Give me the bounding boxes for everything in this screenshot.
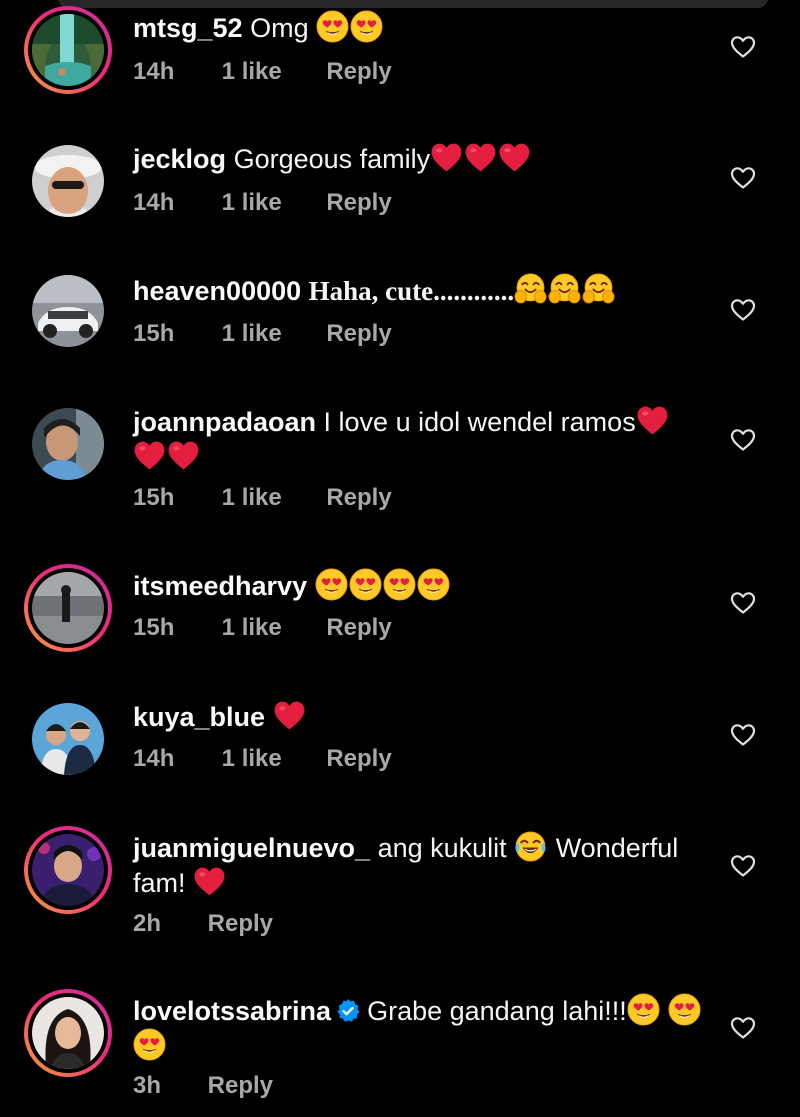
smiling-face-with-heart-eyes-emoji [133, 1028, 166, 1061]
comment-username[interactable]: joannpadaoan [133, 407, 316, 437]
avatar-story-ring[interactable] [24, 989, 112, 1077]
red-heart-emoji [498, 141, 531, 174]
comment-text: Haha, cute............ [308, 276, 515, 306]
comment-text: ang kukulit [377, 833, 507, 863]
smiling-face-with-heart-eyes-emoji [668, 993, 701, 1026]
avatar [32, 275, 104, 347]
like-heart-icon[interactable] [730, 591, 756, 615]
avatar-story-ring[interactable] [24, 826, 112, 914]
avatar [32, 703, 104, 775]
avatar-wrapper[interactable] [24, 267, 112, 355]
avatar [32, 997, 104, 1069]
comment-likes-link[interactable]: 1 like [222, 614, 320, 642]
smiling-face-with-heart-eyes-emoji [315, 568, 348, 601]
like-heart-icon[interactable] [730, 854, 756, 878]
comment-username[interactable]: mtsg_52 [133, 13, 243, 43]
comment-likes-link[interactable]: 1 like [222, 745, 320, 773]
avatar-wrapper[interactable] [24, 137, 112, 225]
comment-likes-link[interactable]: 1 like [222, 320, 320, 348]
like-heart-icon[interactable] [730, 428, 756, 452]
comment-time: 14h [133, 189, 175, 216]
comment-time: 15h [133, 614, 175, 641]
like-heart-icon[interactable] [730, 166, 756, 190]
hugging-face-emoji [548, 273, 581, 306]
smiling-face-with-heart-eyes-emoji [316, 10, 349, 43]
comment-username[interactable]: heaven00000 [133, 276, 301, 306]
hugging-face-emoji [582, 273, 615, 306]
comment-username[interactable]: itsmeedharvy [133, 571, 307, 601]
red-heart-emoji [464, 141, 497, 174]
comment-time: 14h [133, 58, 175, 85]
comment-text: Grabe gandang lahi!!! [367, 996, 627, 1026]
reply-button[interactable]: Reply [208, 1072, 273, 1100]
face-with-tears-of-joy-emoji [514, 830, 547, 863]
top-edge-bar [58, 0, 768, 8]
comment-likes-link[interactable]: 1 like [222, 484, 320, 512]
comment-text: I love u idol wendel ramos [323, 407, 636, 437]
comment-time: 3h [133, 1072, 162, 1099]
red-heart-emoji [636, 404, 669, 437]
smiling-face-with-heart-eyes-emoji [383, 568, 416, 601]
avatar-story-ring[interactable] [24, 6, 112, 94]
reply-button[interactable]: Reply [326, 189, 391, 217]
avatar-wrapper[interactable] [24, 400, 112, 488]
red-heart-emoji [430, 141, 463, 174]
avatar [32, 834, 104, 906]
avatar [32, 145, 104, 217]
comment-time: 15h [133, 484, 175, 511]
reply-button[interactable]: Reply [208, 910, 273, 938]
comment-username[interactable]: juanmiguelnuevo_ [133, 833, 370, 863]
smiling-face-with-heart-eyes-emoji [417, 568, 450, 601]
comment-time: 15h [133, 320, 175, 347]
like-heart-icon[interactable] [730, 723, 756, 747]
like-heart-icon[interactable] [730, 35, 756, 59]
smiling-face-with-heart-eyes-emoji [627, 993, 660, 1026]
red-heart-emoji [273, 699, 306, 732]
reply-button[interactable]: Reply [326, 614, 391, 642]
avatar-story-ring[interactable] [24, 564, 112, 652]
red-heart-emoji [133, 439, 166, 472]
comment-time: 2h [133, 910, 162, 937]
verified-badge-icon [335, 998, 361, 1024]
comment-username[interactable]: lovelotssabrina [133, 996, 331, 1026]
comment-likes-link[interactable]: 1 like [222, 189, 320, 217]
smiling-face-with-heart-eyes-emoji [350, 10, 383, 43]
like-heart-icon[interactable] [730, 298, 756, 322]
reply-button[interactable]: Reply [326, 745, 391, 773]
smiling-face-with-heart-eyes-emoji [349, 568, 382, 601]
comment-username[interactable]: kuya_blue [133, 702, 265, 732]
comment-time: 14h [133, 745, 175, 772]
avatar [32, 572, 104, 644]
comment-likes-link[interactable]: 1 like [222, 58, 320, 86]
like-heart-icon[interactable] [730, 1016, 756, 1040]
comment-username[interactable]: jecklog [133, 144, 226, 174]
avatar-wrapper[interactable] [24, 695, 112, 783]
reply-button[interactable]: Reply [326, 58, 391, 86]
red-heart-emoji [167, 439, 200, 472]
avatar [32, 408, 104, 480]
red-heart-emoji [193, 865, 226, 898]
avatar [32, 14, 104, 86]
comment-text: Gorgeous family [233, 144, 431, 174]
reply-button[interactable]: Reply [326, 320, 391, 348]
reply-button[interactable]: Reply [326, 484, 391, 512]
comment-text: Omg [250, 13, 309, 43]
hugging-face-emoji [514, 273, 547, 306]
